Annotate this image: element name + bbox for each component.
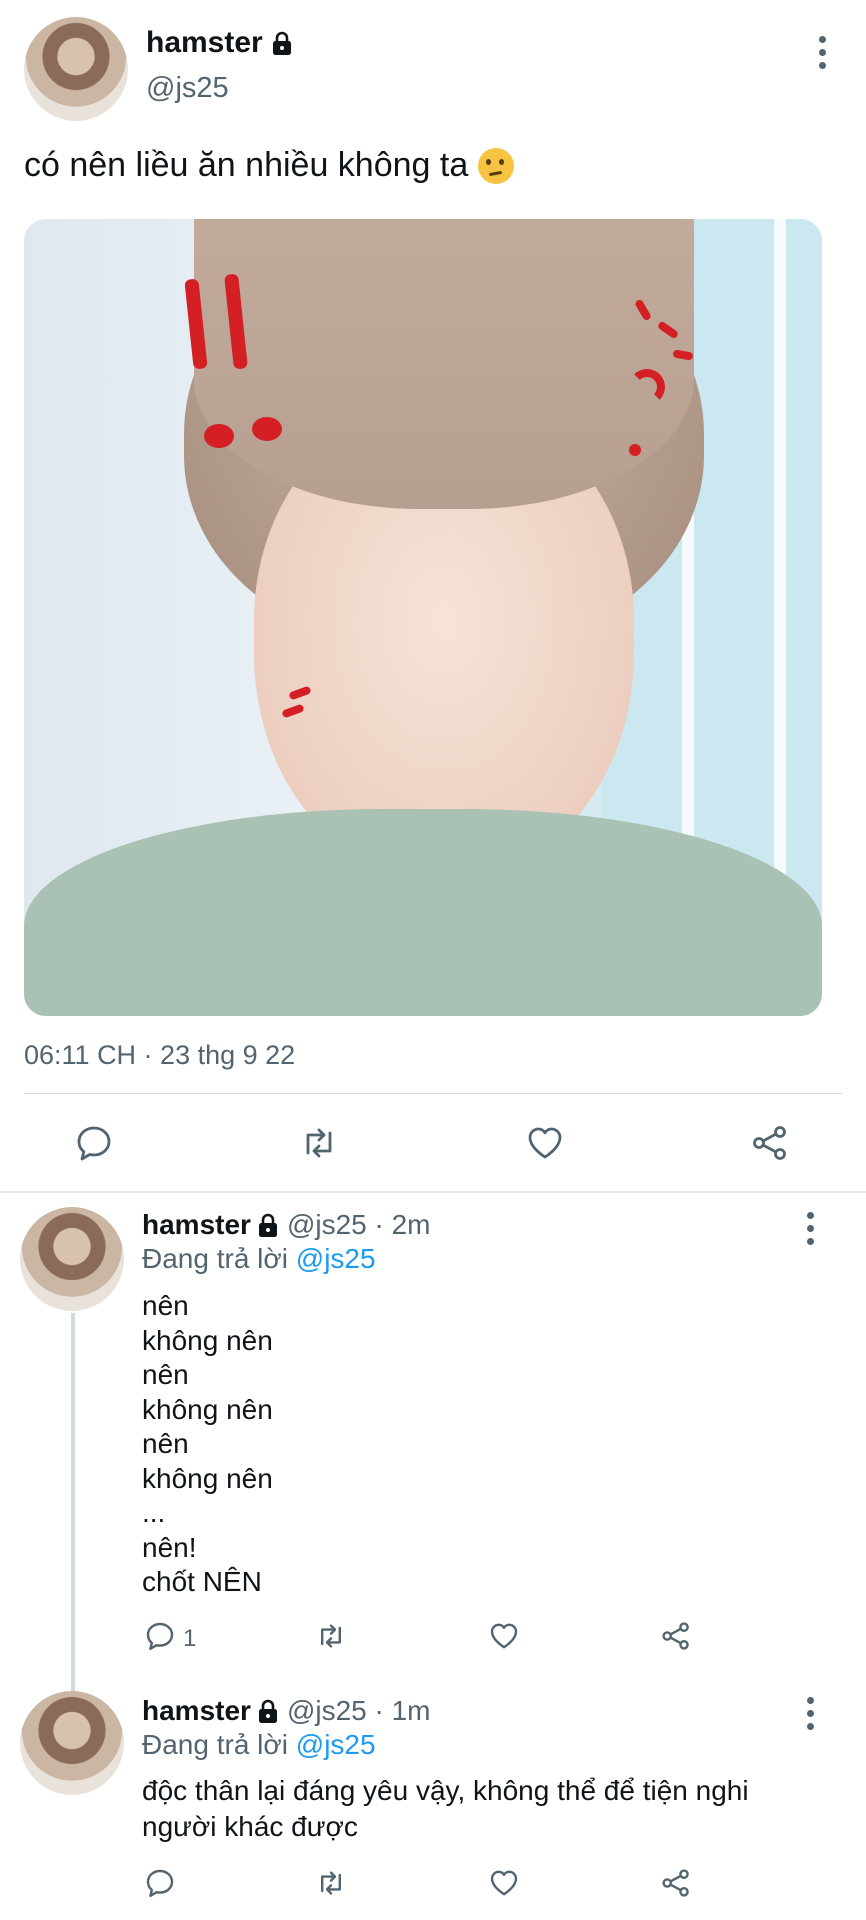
author-name[interactable]: hamster <box>146 26 263 60</box>
reply-author-name-text[interactable]: hamster <box>142 1209 251 1241</box>
like-icon[interactable] <box>525 1123 565 1163</box>
reply-icon[interactable] <box>74 1123 114 1163</box>
lock-icon <box>271 30 293 56</box>
reply-text: nên không nên nên không nên nên không nê… <box>142 1289 273 1600</box>
like-icon[interactable] <box>488 1867 520 1899</box>
replying-to-prefix: Đang trả lời <box>142 1243 288 1274</box>
replying-to: Đang trả lời @js25 <box>142 1729 376 1761</box>
share-icon[interactable] <box>660 1867 692 1899</box>
divider <box>24 1093 842 1094</box>
author-handle[interactable]: @js25 <box>146 72 229 105</box>
tweet-text-row: có nên liều ăn nhiều không ta <box>24 146 515 185</box>
section-divider <box>0 1191 866 1193</box>
reply-icon[interactable] <box>144 1620 176 1652</box>
reply-line: chốt NÊN <box>142 1566 262 1597</box>
reply-line: nên <box>142 1359 189 1390</box>
share-icon[interactable] <box>660 1620 692 1652</box>
tweet-photo[interactable] <box>24 219 822 1016</box>
reply-meta: @js25 · 2m <box>286 1209 431 1240</box>
lock-icon <box>257 1212 279 1238</box>
reply-meta: @js25 · 1m <box>286 1695 431 1726</box>
retweet-icon[interactable] <box>299 1123 339 1163</box>
more-vertical-icon[interactable] <box>804 1212 816 1246</box>
retweet-icon[interactable] <box>315 1620 347 1652</box>
reply-author-name-text[interactable]: hamster <box>142 1695 251 1727</box>
more-vertical-icon[interactable] <box>804 1697 816 1731</box>
tweet-timestamp[interactable]: 06:11 CH · 23 thg 9 22 <box>24 1040 295 1071</box>
reply-line: không nên <box>142 1393 273 1425</box>
replying-to-mention[interactable]: @js25 <box>296 1729 376 1760</box>
like-icon[interactable] <box>488 1620 520 1652</box>
replying-to: Đang trả lời @js25 <box>142 1243 376 1275</box>
author-avatar[interactable] <box>24 17 128 121</box>
replying-to-prefix: Đang trả lời <box>142 1729 288 1760</box>
thinking-face-icon <box>478 147 515 184</box>
reply-line: không nên <box>142 1462 273 1494</box>
more-vertical-icon[interactable] <box>816 36 828 70</box>
reply-icon[interactable] <box>144 1867 176 1899</box>
reply-header: hamster @js25 · 1m <box>142 1695 431 1727</box>
thread-line <box>71 1313 75 1695</box>
reply-author-name[interactable]: hamster <box>142 1695 279 1727</box>
reply-avatar[interactable] <box>20 1207 124 1311</box>
reply-author-name[interactable]: hamster <box>142 1209 279 1241</box>
reply-line: không nên <box>142 1324 273 1356</box>
tweet-text: có nên liều ăn nhiều không ta <box>24 146 469 184</box>
lock-icon <box>257 1698 279 1724</box>
reply-line: nên <box>142 1290 189 1321</box>
replying-to-mention[interactable]: @js25 <box>296 1243 376 1274</box>
reply-count: 1 <box>183 1625 197 1652</box>
reply-header: hamster @js25 · 2m <box>142 1209 431 1241</box>
reply-line: nên <box>142 1428 189 1459</box>
reply-text: độc thân lại đáng yêu vậy, không thể để … <box>142 1775 749 1842</box>
share-icon[interactable] <box>750 1123 790 1163</box>
reply-line: ... <box>142 1497 166 1528</box>
reply-line: nên! <box>142 1531 197 1563</box>
reply-avatar[interactable] <box>20 1691 124 1795</box>
author-name-row[interactable]: hamster <box>146 26 293 60</box>
retweet-icon[interactable] <box>315 1867 347 1899</box>
